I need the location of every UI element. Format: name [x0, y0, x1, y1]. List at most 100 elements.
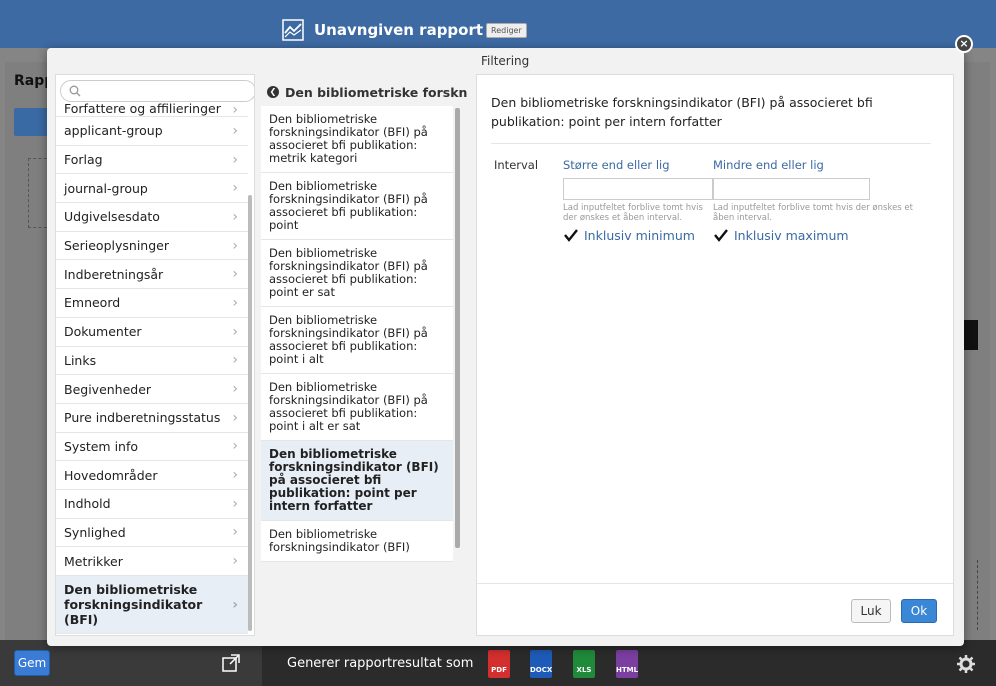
close-icon[interactable]: ×	[955, 35, 973, 53]
list-item[interactable]: Den bibliometriske forskningsindikator (…	[261, 173, 453, 240]
pdf-label: PDF	[491, 666, 507, 674]
list-item-label: Pure indberetningsstatus	[64, 410, 221, 426]
chevron-right-icon: ›	[232, 266, 238, 283]
edit-title-button[interactable]: Rediger	[486, 22, 527, 38]
checkmark-icon	[714, 229, 728, 242]
list-item[interactable]: Dokumenter ›	[56, 318, 248, 347]
pdf-export-button[interactable]: PDF	[488, 650, 510, 678]
field-list: ❮ Den bibliometriske forskn Den bibliome…	[257, 74, 467, 636]
scrollbar[interactable]	[248, 195, 252, 631]
list-item[interactable]: Den bibliometriske forskningsindikator (…	[261, 307, 453, 374]
list-item-label: Udgivelsesdato	[64, 209, 160, 225]
max-help-text: Lad inputfeltet forblive tomt hvis der ø…	[713, 203, 913, 223]
chevron-right-icon: ›	[232, 495, 238, 512]
xls-label: XLS	[576, 666, 592, 674]
background-tab	[14, 108, 48, 136]
list-item[interactable]: journal-group ›	[56, 174, 248, 204]
back-arrow-icon: ❮	[267, 86, 279, 98]
chevron-right-icon: ›	[232, 381, 238, 398]
field-items: Den bibliometriske forskningsindikator (…	[261, 106, 453, 562]
list-item-label: Indberetningsår	[64, 266, 164, 282]
list-item[interactable]: Den bibliometriske forskningsindikator (…	[261, 521, 453, 562]
field-category-list: Forfattere og affilieringer › applicant-g…	[55, 74, 255, 636]
list-item[interactable]: Begivenheder ›	[56, 375, 248, 404]
docx-label: DOCX	[530, 666, 553, 674]
field-list-title: Den bibliometriske forskn	[285, 84, 467, 100]
max-column: Mindre end eller lig Lad inputfeltet for…	[713, 158, 913, 243]
chevron-right-icon: ›	[232, 103, 238, 117]
list-item-label: Begivenheder	[64, 381, 152, 397]
min-help-text: Lad inputfeltet forblive tomt hvis der ø…	[563, 203, 703, 223]
list-item-label: Emneord	[64, 295, 121, 311]
list-item[interactable]: Metrikker ›	[56, 547, 248, 576]
list-item[interactable]: Serieoplysninger ›	[56, 232, 248, 261]
html-export-button[interactable]: HTML	[616, 650, 638, 678]
gear-icon[interactable]	[957, 655, 975, 673]
list-item[interactable]: System info ›	[56, 433, 248, 462]
chevron-right-icon: ›	[232, 553, 238, 570]
list-item[interactable]: Forfattere og affilieringer ›	[56, 103, 248, 117]
list-item-label: Forlag	[64, 152, 103, 168]
list-item-label: Den bibliometriske forskningsindikator (…	[64, 582, 203, 627]
background-dropzone-right	[970, 560, 978, 630]
chevron-right-icon: ›	[232, 208, 238, 225]
list-item-label: Metrikker	[64, 553, 123, 569]
list-item[interactable]: Den bibliometriske forskningsindikator (…	[261, 374, 453, 441]
selected-field-heading: Den bibliometriske forskningsindikator (…	[491, 95, 873, 129]
list-item[interactable]: Indberetningsår ›	[56, 260, 248, 290]
html-label: HTML	[616, 666, 639, 674]
report-title-area: Unavngiven rapport Rediger	[282, 18, 527, 42]
inclusive-min-checkbox[interactable]: Inklusiv minimum	[563, 227, 713, 243]
max-input[interactable]	[713, 178, 870, 200]
back-to-categories[interactable]: ❮ Den bibliometriske forskn	[267, 82, 467, 102]
list-item-selected[interactable]: Den bibliometriske forskningsindikator (…	[56, 576, 248, 634]
generate-report-label: Generer rapportresultat som	[287, 656, 474, 671]
list-item-label: applicant-group	[64, 123, 163, 139]
chevron-right-icon: ›	[232, 323, 238, 340]
list-item-label: journal-group	[64, 180, 148, 196]
list-item[interactable]: Pure indberetningsstatus ›	[56, 404, 248, 433]
list-item[interactable]: Synlighed ›	[56, 519, 248, 548]
chevron-right-icon: ›	[232, 151, 238, 168]
panel-title: Filtering	[481, 54, 530, 68]
list-item[interactable]: Links ›	[56, 347, 248, 376]
scrollbar[interactable]	[455, 108, 460, 548]
divider	[491, 143, 931, 144]
docx-export-button[interactable]: DOCX	[530, 650, 552, 678]
list-item-selected[interactable]: Den bibliometriske forskningsindikator (…	[261, 441, 453, 521]
list-item[interactable]: applicant-group ›	[56, 117, 248, 146]
inclusive-min-label: Inklusiv minimum	[584, 227, 695, 243]
chevron-right-icon: ›	[232, 409, 238, 426]
close-button[interactable]: Luk	[851, 599, 891, 623]
list-item-label: Indhold	[64, 496, 111, 512]
checkmark-icon	[564, 229, 578, 242]
inclusive-max-checkbox[interactable]: Inklusiv maximum	[713, 227, 913, 243]
save-button[interactable]: Gem	[14, 650, 50, 676]
chevron-right-icon: ›	[232, 467, 238, 484]
report-chart-icon	[282, 19, 304, 41]
min-input[interactable]	[563, 178, 713, 200]
list-item-label: Dokumenter	[64, 324, 142, 340]
list-item[interactable]: Forlag ›	[56, 146, 248, 175]
chevron-right-icon: ›	[232, 596, 238, 613]
footer-divider	[477, 583, 953, 584]
xls-export-button[interactable]: XLS	[573, 650, 595, 678]
interval-label: Interval	[494, 158, 539, 172]
list-item[interactable]: Den bibliometriske forskningsindikator (…	[261, 240, 453, 307]
list-item[interactable]: Emneord ›	[56, 289, 248, 318]
list-item-label: Serieoplysninger	[64, 238, 169, 254]
ok-button[interactable]: Ok	[901, 599, 937, 623]
list-item[interactable]: Indhold ›	[56, 490, 248, 519]
list-item[interactable]: Udgivelsesdato ›	[56, 203, 248, 232]
list-item-label: Links	[64, 352, 97, 368]
report-title: Unavngiven rapport	[314, 21, 484, 39]
search-input[interactable]	[60, 80, 254, 102]
list-item[interactable]: Hovedområder ›	[56, 461, 248, 490]
open-external-icon[interactable]	[222, 654, 240, 672]
min-label: Større end eller lig	[563, 158, 670, 172]
chevron-right-icon: ›	[232, 237, 238, 254]
app-header: Unavngiven rapport Rediger	[0, 0, 996, 48]
list-item[interactable]: Den bibliometriske forskningsindikator (…	[261, 106, 453, 173]
list-item-label: Forfattere og affilieringer	[64, 103, 221, 116]
chevron-right-icon: ›	[232, 294, 238, 311]
